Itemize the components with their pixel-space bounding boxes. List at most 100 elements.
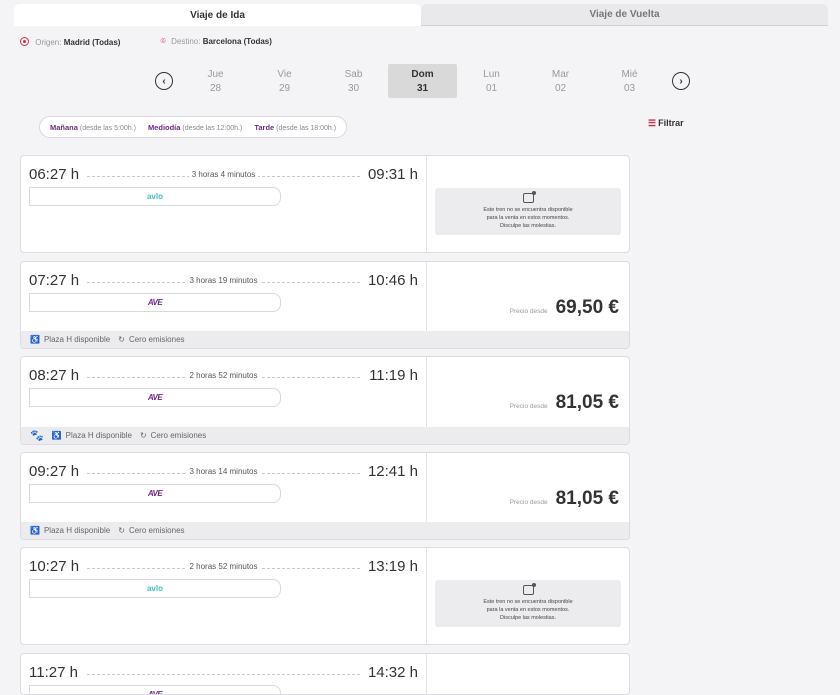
trip-features: 🐾 ♿ Plaza H disponible ↻ Cero emisiones (21, 427, 629, 444)
time-filter-hint: (desde las 12:00h.) (182, 124, 243, 132)
date-selector: ‹ Jue 28 Vie 29 Sab 30 Dom 31 Lun 01 Mar 02 Mié 03 › (155, 64, 690, 98)
day-name: Mié (621, 68, 638, 80)
trip-schedule: 11:27 h 14:32 h AVE (21, 654, 426, 694)
trip-duration: 3 horas 19 minutos (21, 276, 426, 285)
day-name: Jue (207, 68, 224, 80)
divider (426, 548, 427, 644)
train-brand-logo: AVE (29, 388, 281, 407)
leaf-icon: ↻ (139, 431, 147, 440)
wheelchair-icon: ♿ (51, 431, 62, 440)
time-filter-option[interactable]: Mediodía (desde las 12:00h.) (148, 123, 242, 132)
destination[interactable]: ⌾ Destino: Barcelona (Todas) (160, 36, 271, 47)
date-option[interactable]: Mar 02 (526, 64, 595, 98)
duration-text: 2 horas 52 minutos (186, 371, 261, 380)
time-of-day-filter: Mañana (desde las 5:00h.) Mediodía (desde… (39, 116, 348, 138)
day-list: Jue 28 Vie 29 Sab 30 Dom 31 Lun 01 Mar 02 Mié 03 (181, 64, 664, 98)
price-block[interactable]: Precio desde 81,05 € (510, 488, 619, 510)
time-filter-label: Tarde (254, 122, 275, 132)
date-option[interactable]: Dom 31 (388, 64, 457, 98)
date-option[interactable]: Mié 03 (595, 64, 664, 98)
trip-card[interactable]: 10:27 h 13:19 h2 horas 52 minutos avlo Este… (20, 547, 630, 645)
trip-features: ♿ Plaza H disponible ↻ Cero emisiones (21, 331, 629, 348)
chevron-right-icon[interactable]: › (672, 72, 690, 90)
duration-text: 3 horas 4 minutos (188, 170, 259, 179)
duration-text: 2 horas 52 minutos (186, 562, 261, 571)
train-brand-logo: AVE (29, 293, 281, 312)
location-pin-icon: ⌾ (160, 36, 166, 46)
leaf-icon: ↻ (118, 335, 125, 344)
duration-text: 3 horas 19 minutos (186, 276, 261, 285)
trip-card[interactable]: 08:27 h 11:19 h2 horas 52 minutos AVE Preci… (20, 356, 630, 445)
date-option[interactable]: Lun 01 (457, 64, 526, 98)
price-value: 81,05 € (555, 488, 619, 509)
price-from-label: Precio desde (509, 403, 548, 410)
price-value: 81,05 € (555, 392, 619, 413)
time-filter-label: Mediodía (147, 122, 181, 132)
wheelchair-icon: ♿ (30, 335, 40, 344)
duration-text: 3 horas 14 minutos (186, 467, 261, 476)
date-option[interactable]: Vie 29 (250, 64, 319, 98)
date-option[interactable]: Sab 30 (319, 64, 388, 98)
time-filter-option[interactable]: Tarde (desde las 18:00h.) (254, 123, 336, 132)
date-option[interactable]: Jue 28 (181, 64, 250, 98)
time-filter-label: Mañana (50, 122, 78, 132)
ticket-icon (522, 583, 536, 595)
trip-schedule: 06:27 h 09:31 h3 horas 4 minutos avlo (21, 156, 426, 252)
route-line (87, 674, 360, 675)
origin-label: Origen: (35, 38, 62, 47)
trip-card[interactable]: 06:27 h 09:31 h3 horas 4 minutos avlo Este … (20, 155, 630, 253)
destination-value: Barcelona (202, 37, 242, 46)
time-filter-hint: (desde las 18:00h.) (276, 124, 337, 132)
origin-value: Madrid (63, 38, 90, 47)
day-name: Lun (483, 68, 500, 80)
pet-icon: 🐾 (30, 430, 44, 442)
time-filter-option[interactable]: Mañana (desde las 5:00h.) (50, 123, 136, 132)
unavailable-text: Este tren no se encuentra disponible par… (483, 207, 573, 229)
day-number: 01 (485, 82, 498, 94)
feature-label: Cero emisiones (128, 335, 185, 344)
divider (426, 156, 427, 252)
trip-duration: 2 horas 52 minutos (21, 562, 426, 571)
tab-outbound[interactable]: Viaje de Ida (14, 4, 421, 26)
price-block[interactable]: Precio desde 69,50 € (510, 297, 619, 319)
destination-label: Destino: (171, 37, 201, 46)
origin[interactable]: Origen: Madrid (Todas) (20, 36, 120, 47)
wheelchair-icon: ♿ (30, 526, 40, 535)
ticket-icon (522, 191, 536, 203)
chevron-left-icon[interactable]: ‹ (155, 72, 173, 90)
unavailable-text: Este tren no se encuentra disponible par… (483, 599, 573, 621)
destination-extra: (Todas) (243, 37, 272, 46)
filter-button[interactable]: ☰ Filtrar (648, 118, 684, 129)
day-name: Dom (411, 68, 434, 80)
filter-label: Filtrar (658, 118, 684, 128)
train-brand-logo: AVE (29, 685, 281, 694)
day-number: 02 (554, 82, 567, 94)
trip-duration: 3 horas 14 minutos (21, 467, 426, 476)
divider (426, 654, 427, 694)
trip-card[interactable]: 09:27 h 12:41 h3 horas 14 minutos AVE Preci… (20, 452, 630, 540)
day-number: 03 (623, 82, 636, 94)
trip-duration: 2 horas 52 minutos (21, 371, 426, 380)
feature-label: Plaza H disponible (65, 431, 132, 440)
train-brand-logo: avlo (29, 579, 281, 598)
day-number: 29 (278, 82, 291, 94)
day-number: 31 (416, 82, 429, 94)
tab-return[interactable]: Viaje de Vuelta (421, 4, 828, 26)
price-from-label: Precio desde (509, 308, 548, 315)
trip-card[interactable]: 07:27 h 10:46 h3 horas 19 minutos AVE Preci… (20, 261, 630, 349)
trip-schedule: 10:27 h 13:19 h2 horas 52 minutos avlo (21, 548, 426, 644)
train-brand-logo: avlo (29, 187, 281, 206)
price-value: 69,50 € (555, 297, 619, 318)
trip-card[interactable]: 11:27 h 14:32 h AVE (20, 653, 630, 695)
day-number: 28 (209, 82, 222, 94)
feature-label: Plaza H disponible (43, 335, 111, 344)
price-block[interactable]: Precio desde 81,05 € (510, 392, 619, 414)
route-summary: Origen: Madrid (Todas) ⌾ Destino: Barcel… (20, 36, 272, 47)
train-brand-logo: AVE (29, 484, 281, 503)
day-name: Mar (551, 68, 570, 80)
filter-icon: ☰ (648, 118, 657, 128)
trip-duration: 3 horas 4 minutos (21, 170, 426, 179)
trip-tabs: Viaje de Ida Viaje de Vuelta (14, 4, 828, 26)
day-name: Vie (277, 68, 292, 80)
trip-features: ♿ Plaza H disponible ↻ Cero emisiones (21, 522, 629, 539)
